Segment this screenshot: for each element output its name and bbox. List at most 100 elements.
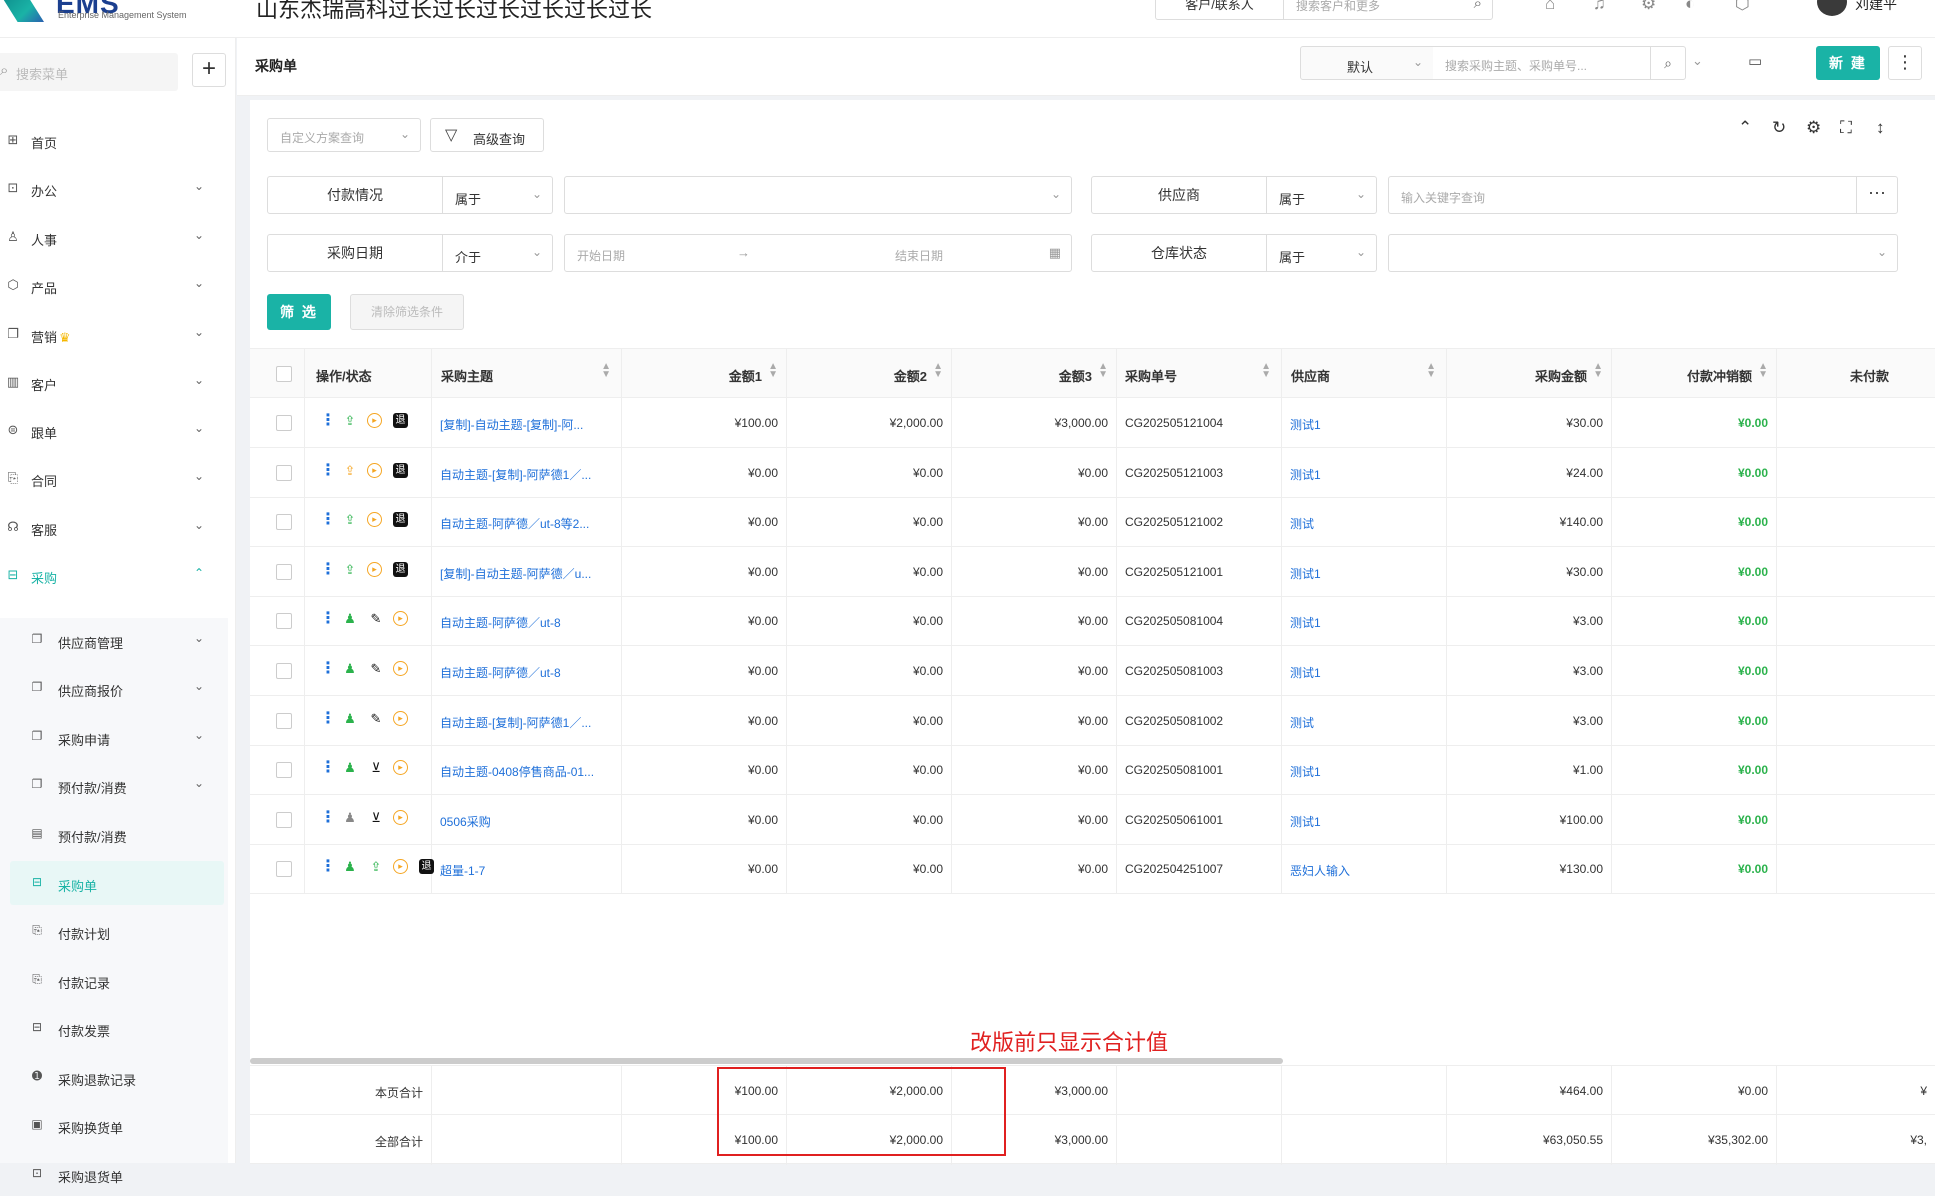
sidebar-item-contract[interactable]: ⎘ 合同 ⌄ (0, 456, 236, 504)
sidebar-item-product[interactable]: ⬡ 产品 ⌄ (0, 263, 236, 311)
row-supplier[interactable]: 测试1 (1290, 614, 1321, 631)
row-subject-link[interactable]: 自动主题-[复制]-阿萨德1／... (440, 466, 591, 483)
theme-icon[interactable]: ◐ (1685, 0, 1695, 14)
filter-value-warehouse[interactable]: ⌄ (1388, 234, 1898, 272)
sidebar-item-exchange-order[interactable]: ▣ 采购换货单 (0, 1103, 228, 1147)
col-header-amt2[interactable]: 金额2 ▲ ▼ (787, 349, 952, 399)
row-checkbox[interactable] (276, 464, 292, 481)
filter-op-supplier[interactable]: 属于 ⌄ (1267, 176, 1377, 214)
status-green-icon[interactable]: ♟ (341, 660, 359, 678)
inbox-icon[interactable]: ⌂ (1545, 0, 1555, 14)
row-more-icon[interactable]: ⋮ (320, 807, 336, 827)
sidebar-item-customer[interactable]: ▥ 客户 ⌄ (0, 360, 236, 408)
row-more-icon[interactable]: ⋮ (320, 658, 336, 678)
table-row[interactable]: ⋮ ♟ ✎ ▸ 自动主题-阿萨德／ut-8 ¥0.00 ¥0.00 ¥0.00 CG202505… (250, 646, 1935, 696)
row-more-icon[interactable]: ⋮ (320, 460, 336, 480)
row-subject-link[interactable]: 自动主题-阿萨德／ut-8等2... (440, 515, 589, 532)
sidebar-item-home[interactable]: ⊞ 首页 (0, 118, 236, 166)
row-checkbox[interactable] (276, 613, 292, 630)
search-button[interactable]: ⌕ (1650, 46, 1686, 80)
return-badge-icon[interactable]: 退 (393, 512, 408, 528)
row-checkbox[interactable] (276, 663, 292, 679)
filter-value-supplier[interactable]: 输入关键字查询 (1388, 176, 1857, 214)
user-gray-icon[interactable]: ♟ (341, 809, 359, 827)
row-supplier[interactable]: 测试1 (1290, 565, 1321, 582)
play-circle-icon[interactable]: ▸ (393, 809, 408, 825)
return-badge-icon[interactable]: 退 (393, 413, 408, 428)
row-checkbox[interactable] (276, 712, 292, 729)
search-scope-select[interactable]: 客户/联系人 (1156, 0, 1284, 19)
sort-icon[interactable]: ▲ ▼ (1593, 362, 1603, 380)
table-row[interactable]: ⋮ ♟ ⇪ ▸ 退超量-1-7 ¥0.00 ¥0.00 ¥0.00 CG202504251007… (250, 844, 1935, 895)
row-supplier[interactable]: 测试1 (1290, 466, 1321, 483)
status-green-icon[interactable]: ⇪ (341, 412, 359, 430)
play-circle-icon[interactable]: ▸ (393, 859, 408, 875)
bell-icon[interactable]: ♫ (1593, 0, 1606, 14)
sidebar-item-marketing[interactable]: ❐ 营销 ♛ ⌄ (0, 312, 236, 360)
sidebar-item-return-order[interactable]: ⊡ 采购退货单 (0, 1152, 228, 1196)
col-header-supplier[interactable]: 供应商 ▲ ▼ (1282, 349, 1447, 399)
play-circle-icon[interactable]: ▸ (367, 512, 382, 528)
play-circle-icon[interactable]: ▸ (367, 561, 382, 577)
sidebar-item-payment-plan[interactable]: ⎘ 付款计划 (0, 909, 228, 953)
play-circle-icon[interactable]: ▸ (393, 760, 408, 776)
col-header-amt1[interactable]: 金额1 ▲ ▼ (622, 349, 787, 399)
status-green-icon[interactable]: ⇪ (367, 858, 385, 876)
status-green-icon[interactable]: ♟ (341, 759, 359, 777)
sidebar-item-refund-record[interactable]: ➊ 采购退款记录 (0, 1055, 228, 1099)
status-green-icon[interactable]: ♟ (341, 858, 359, 876)
sidebar-item-payment-record[interactable]: ⎘ 付款记录 (0, 958, 228, 1002)
status-orange-icon[interactable]: ⇪ (341, 462, 359, 480)
row-subject-link[interactable]: [复制]-自动主题-阿萨德／u... (440, 565, 591, 582)
return-badge-icon[interactable]: 退 (393, 561, 408, 577)
sidebar-item-prepay-group[interactable]: ❐ 预付款/消费 ⌄ (0, 763, 228, 807)
select-all-checkbox[interactable] (276, 366, 292, 382)
refresh-icon[interactable]: ↻ (1772, 118, 1786, 138)
row-checkbox[interactable] (276, 861, 292, 878)
row-subject-link[interactable]: [复制]-自动主题-[复制]-阿... (440, 416, 583, 433)
play-circle-icon[interactable]: ▸ (393, 661, 408, 676)
sort-icon[interactable]: ▲ ▼ (1758, 362, 1768, 380)
row-checkbox[interactable] (276, 811, 292, 828)
filter-op-payment[interactable]: 属于 ⌄ (443, 176, 553, 214)
row-subject-link[interactable]: 超量-1-7 (440, 862, 485, 879)
table-row[interactable]: ⋮ ♟ ✎ ▸ 自动主题-阿萨德／ut-8 ¥0.00 ¥0.00 ¥0.00 CG202505… (250, 596, 1935, 647)
sidebar-item-purchase-order[interactable]: ⊟ 采购单 (10, 861, 224, 905)
play-circle-icon[interactable]: ▸ (393, 611, 408, 627)
add-button[interactable]: + (192, 53, 226, 87)
settings-icon[interactable]: ⚙ (1806, 118, 1821, 138)
basket-icon[interactable]: ✎ (367, 660, 385, 678)
table-row[interactable]: ⋮ ♟ ⊻ ▸ 自动主题-0408停售商品-01... ¥0.00 ¥0.00 ¥0.00 CG… (250, 745, 1935, 796)
row-checkbox[interactable] (276, 762, 292, 779)
horizontal-scrollbar[interactable] (250, 1058, 1283, 1064)
row-subject-link[interactable]: 自动主题-阿萨德／ut-8 (440, 614, 561, 631)
status-green-icon[interactable]: ⇪ (341, 561, 359, 579)
sort-icon[interactable]: ▲ ▼ (1261, 362, 1271, 380)
row-checkbox[interactable] (276, 563, 292, 580)
sidebar-item-prepay[interactable]: ▤ 预付款/消费 (0, 812, 228, 856)
scheme-select[interactable]: 自定义方案查询 ⌄ (267, 118, 421, 152)
status-green-icon[interactable]: ♟ (341, 610, 359, 628)
row-supplier[interactable]: 测试1 (1290, 763, 1321, 780)
row-more-icon[interactable]: ⋮ (320, 410, 336, 430)
global-search[interactable]: 客户/联系人 搜索客户和更多 ⌕ (1155, 0, 1493, 20)
table-row[interactable]: ⋮ ⇪ ▸ 退 [复制]-自动主题-阿萨德／u... ¥0.00 ¥0.00 ¥0.00 CG2… (250, 546, 1935, 597)
row-supplier[interactable]: 测试 (1290, 515, 1314, 532)
play-circle-icon[interactable]: ▸ (393, 710, 408, 726)
row-more-icon[interactable]: ⋮ (320, 708, 336, 728)
sidebar-item-purchase-request[interactable]: ❐ 采购申请 ⌄ (0, 715, 228, 759)
sidebar-item-hr[interactable]: ♙ 人事 ⌄ (0, 215, 236, 263)
view-select[interactable]: 默认 ⌄ (1300, 46, 1434, 80)
filter-button[interactable]: 筛 选 (267, 294, 331, 330)
row-height-icon[interactable]: ↕ (1876, 118, 1885, 138)
menu-search[interactable]: ⌕ 搜索菜单 (0, 53, 178, 91)
clear-filter-button[interactable]: 清除筛选条件 (350, 294, 464, 330)
global-search-input[interactable]: 搜索客户和更多 (1296, 0, 1380, 14)
basket-icon[interactable]: ✎ (367, 610, 385, 628)
sidebar-item-purchase[interactable]: ⊟ 采购 ⌃ (0, 553, 236, 601)
basket-icon[interactable]: ⊻ (367, 759, 385, 777)
row-more-icon[interactable]: ⋮ (320, 608, 336, 628)
supplier-more-button[interactable]: ··· (1856, 176, 1898, 214)
col-header-total[interactable]: 采购金额 ▲ ▼ (1447, 349, 1612, 399)
col-header-amt3[interactable]: 金额3 ▲ ▼ (952, 349, 1117, 399)
